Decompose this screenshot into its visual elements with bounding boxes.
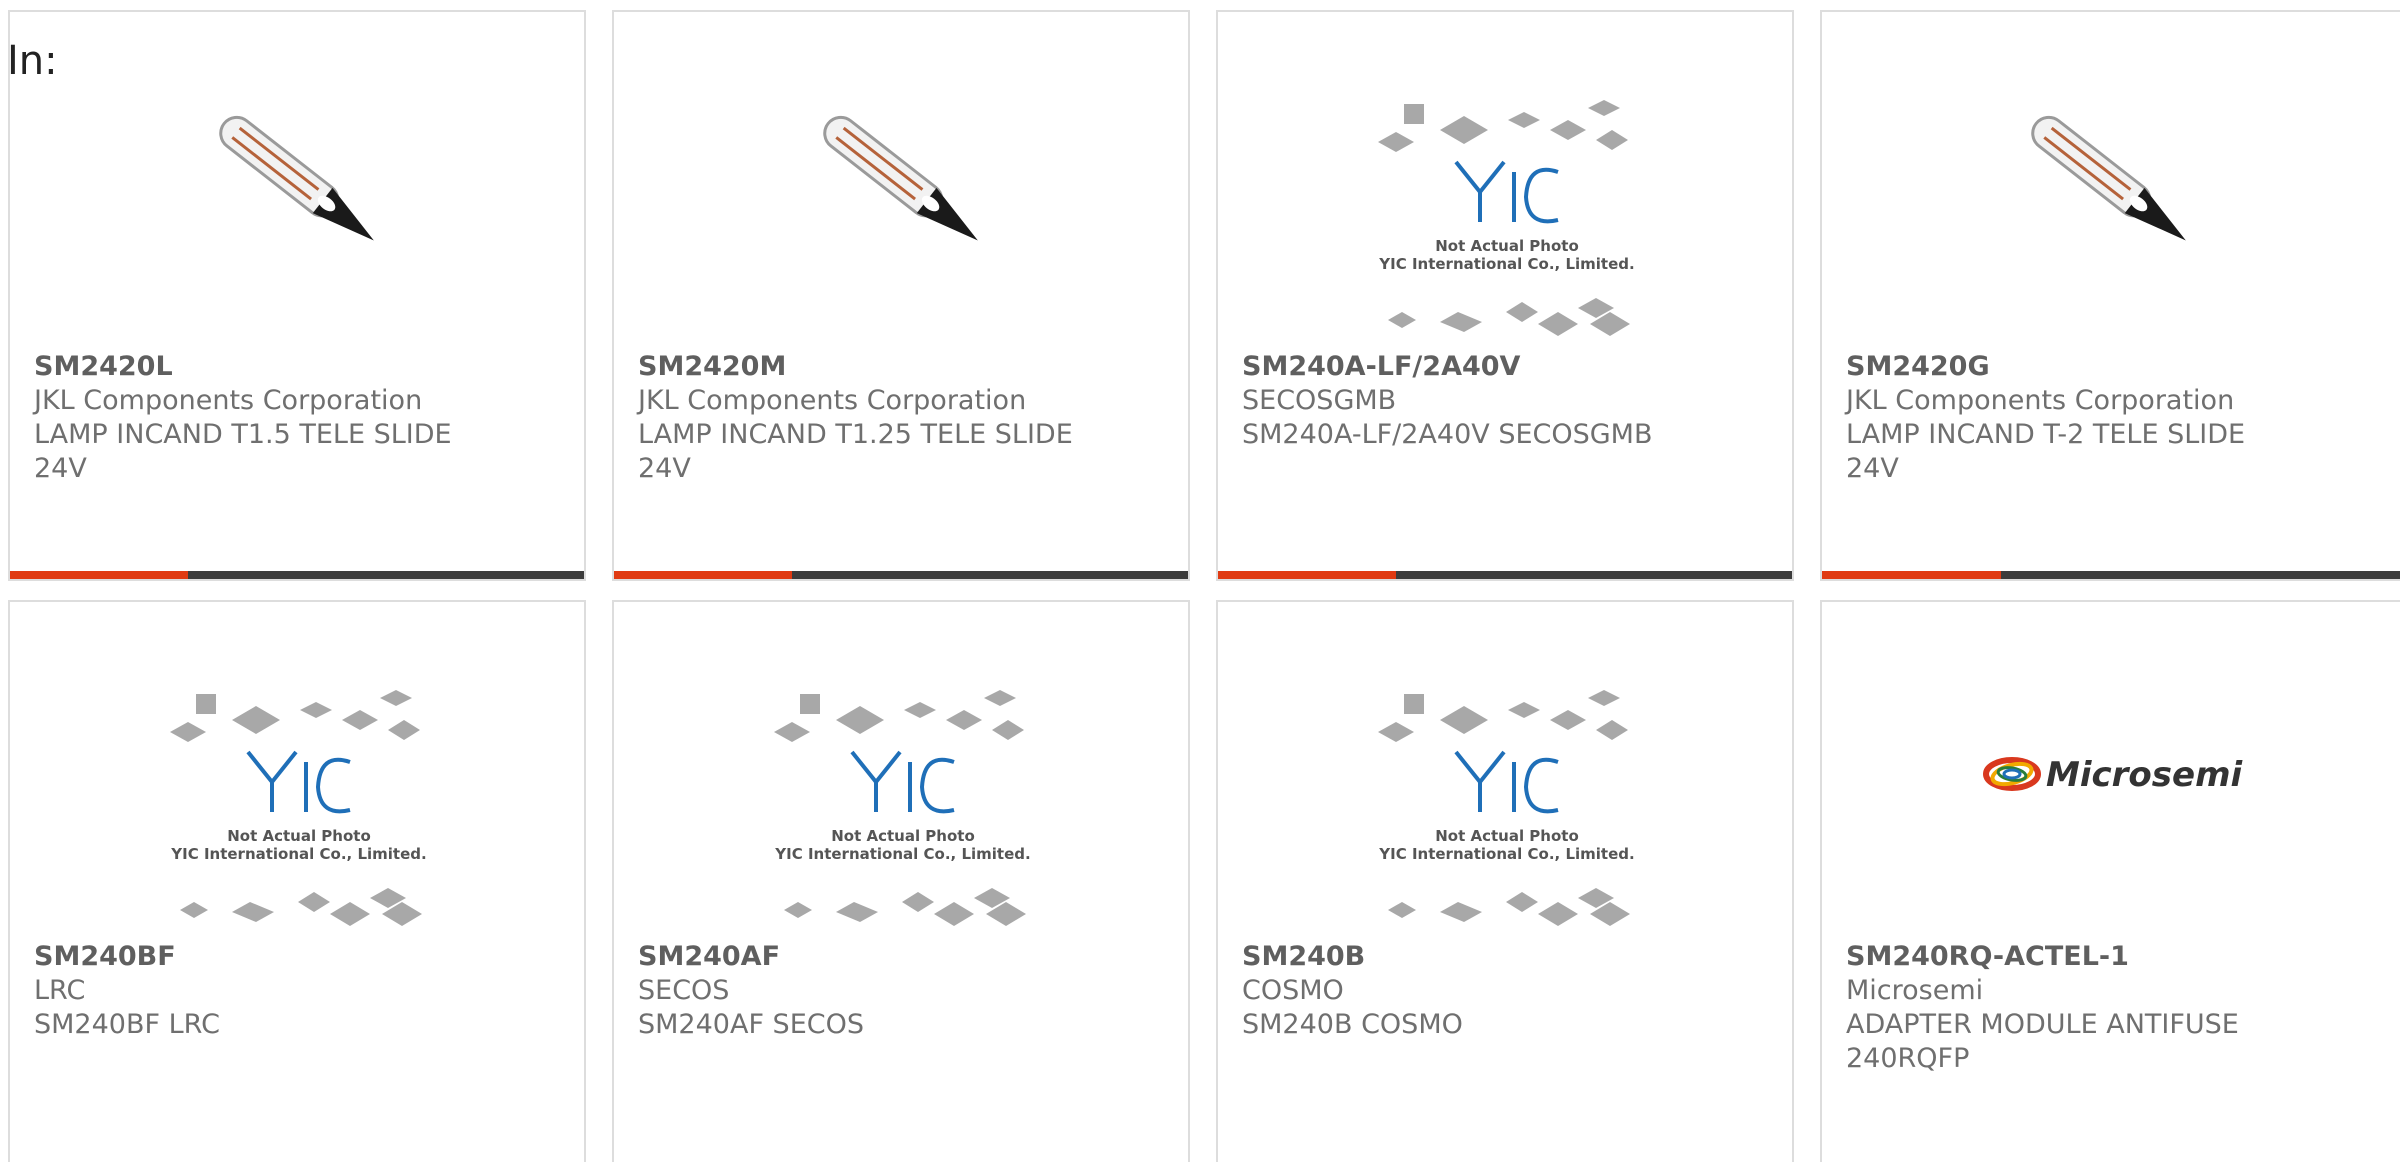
description: SM240AF SECOS bbox=[638, 1009, 864, 1040]
manufacturer: SECOS bbox=[638, 975, 730, 1006]
card-bar bbox=[1218, 571, 1792, 579]
svg-text:Not Actual Photo: Not Actual Photo bbox=[1435, 237, 1579, 255]
product-card[interactable]: SM2420G JKL Components Corporation LAMP … bbox=[1820, 10, 2400, 581]
card-bar bbox=[614, 571, 1188, 579]
product-grid: SM2420L JKL Components Corporation LAMP … bbox=[0, 0, 2400, 1162]
part-number[interactable]: SM240B bbox=[1242, 940, 1772, 974]
product-thumbnail[interactable]: Not Actual Photo YIC International Co., … bbox=[1218, 12, 1792, 342]
part-number[interactable]: SM2420L bbox=[34, 350, 564, 384]
manufacturer: Microsemi bbox=[1846, 975, 1984, 1006]
card-bar bbox=[10, 571, 584, 579]
lamp-bulb-image bbox=[2031, 115, 2186, 241]
svg-text:Not Actual Photo: Not Actual Photo bbox=[1435, 827, 1579, 845]
svg-text:YIC International Co., Limited: YIC International Co., Limited. bbox=[170, 845, 426, 863]
card-bar-accent bbox=[614, 571, 792, 579]
card-bar-accent bbox=[10, 571, 188, 579]
svg-text:Microsemi: Microsemi bbox=[2046, 755, 2243, 795]
part-number[interactable]: SM2420M bbox=[638, 350, 1168, 384]
product-card[interactable]: Not Actual Photo YIC International Co., … bbox=[8, 600, 586, 1162]
card-bar-accent bbox=[1822, 571, 2002, 579]
product-thumbnail[interactable] bbox=[614, 12, 1188, 342]
svg-text:YIC International Co., Limited: YIC International Co., Limited. bbox=[774, 845, 1030, 863]
part-number[interactable]: SM240BF bbox=[34, 940, 564, 974]
manufacturer: SECOSGMB bbox=[1242, 385, 1397, 416]
manufacturer: JKL Components Corporation bbox=[34, 385, 423, 416]
description: SM240B COSMO bbox=[1242, 1009, 1463, 1040]
microsemi-logo-image: Microsemi bbox=[1983, 755, 2243, 795]
lamp-bulb-image bbox=[219, 115, 374, 241]
manufacturer: LRC bbox=[34, 975, 86, 1006]
product-thumbnail[interactable] bbox=[1822, 12, 2400, 342]
description: ADAPTER MODULE ANTIFUSE bbox=[1846, 1009, 2239, 1040]
product-thumbnail[interactable]: Not Actual Photo YIC International Co., … bbox=[1218, 602, 1792, 932]
svg-text:Not Actual Photo: Not Actual Photo bbox=[227, 827, 371, 845]
description-extra: 24V bbox=[638, 453, 691, 484]
description: LAMP INCAND T1.5 TELE SLIDE bbox=[34, 419, 452, 450]
svg-text:Not Actual Photo: Not Actual Photo bbox=[831, 827, 975, 845]
description: SM240A-LF/2A40V SECOSGMB bbox=[1242, 419, 1653, 450]
part-number[interactable]: SM240RQ-ACTEL-1 bbox=[1846, 940, 2380, 974]
product-card[interactable]: Not Actual Photo YIC International Co., … bbox=[1216, 600, 1794, 1162]
part-number[interactable]: SM2420G bbox=[1846, 350, 2380, 384]
lamp-bulb-image bbox=[823, 115, 978, 241]
description: LAMP INCAND T-2 TELE SLIDE bbox=[1846, 419, 2246, 450]
product-card[interactable]: Not Actual Photo YIC International Co., … bbox=[612, 600, 1190, 1162]
description-extra: 24V bbox=[34, 453, 87, 484]
product-card[interactable]: SM2420L JKL Components Corporation LAMP … bbox=[8, 10, 586, 581]
product-card[interactable]: Not Actual Photo YIC International Co., … bbox=[1216, 10, 1794, 581]
yic-placeholder-image: Not Actual Photo YIC International Co., … bbox=[774, 690, 1031, 926]
manufacturer: JKL Components Corporation bbox=[638, 385, 1027, 416]
description: SM240BF LRC bbox=[34, 1009, 220, 1040]
part-number[interactable]: SM240A-LF/2A40V bbox=[1242, 350, 1772, 384]
yic-placeholder-image: Not Actual Photo YIC International Co., … bbox=[1378, 100, 1635, 336]
manufacturer: JKL Components Corporation bbox=[1846, 385, 2235, 416]
product-thumbnail[interactable]: Not Actual Photo YIC International Co., … bbox=[614, 602, 1188, 932]
product-thumbnail[interactable]: Not Actual Photo YIC International Co., … bbox=[10, 602, 584, 932]
card-bar bbox=[1822, 571, 2400, 579]
yic-placeholder-image: Not Actual Photo YIC International Co., … bbox=[1378, 690, 1635, 926]
product-card[interactable]: SM2420M JKL Components Corporation LAMP … bbox=[612, 10, 1190, 581]
product-thumbnail[interactable] bbox=[10, 12, 584, 342]
description-extra: 24V bbox=[1846, 453, 1899, 484]
yic-placeholder-image: Not Actual Photo YIC International Co., … bbox=[170, 690, 427, 926]
svg-text:YIC International Co., Limited: YIC International Co., Limited. bbox=[1378, 255, 1634, 273]
description: LAMP INCAND T1.25 TELE SLIDE bbox=[638, 419, 1073, 450]
card-bar-accent bbox=[1218, 571, 1396, 579]
svg-text:YIC International Co., Limited: YIC International Co., Limited. bbox=[1378, 845, 1634, 863]
description-extra: 240RQFP bbox=[1846, 1043, 1970, 1074]
product-thumbnail[interactable]: Microsemi bbox=[1822, 602, 2400, 932]
product-card[interactable]: Microsemi SM240RQ-ACTEL-1 Microsemi ADAP… bbox=[1820, 600, 2400, 1162]
part-number[interactable]: SM240AF bbox=[638, 940, 1168, 974]
in-label: In: bbox=[7, 38, 58, 84]
manufacturer: COSMO bbox=[1242, 975, 1344, 1006]
